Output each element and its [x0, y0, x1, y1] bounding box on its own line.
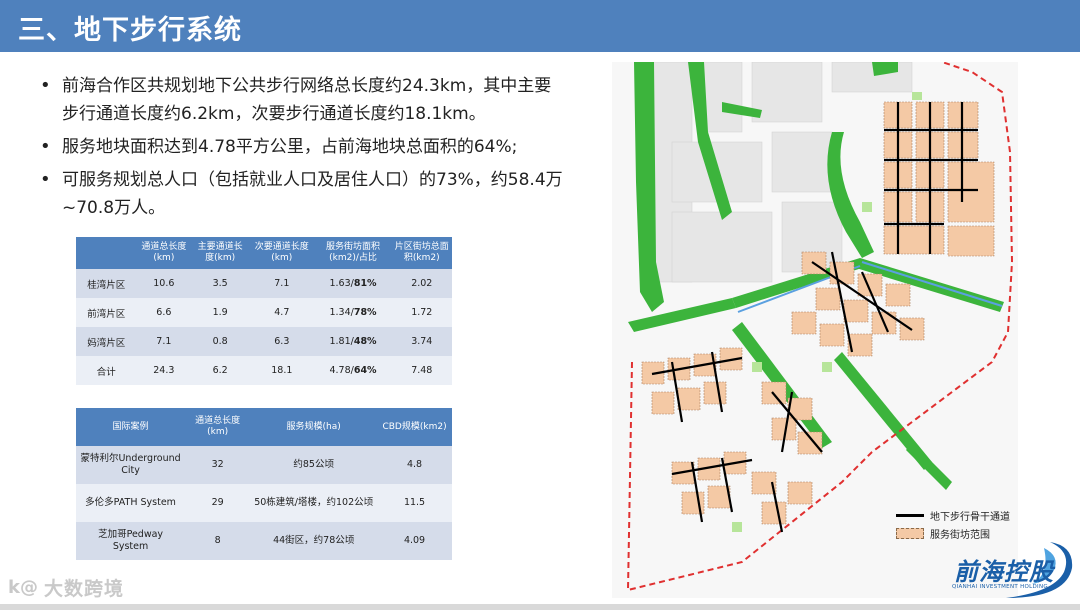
table-cell: 4.09 [377, 522, 452, 560]
page-title: 三、地下步行系统 [18, 15, 242, 46]
table-cell: 1.9 [191, 298, 250, 327]
table-cell: 妈湾片区 [76, 327, 137, 356]
table-cell: 多伦多PATH System [76, 484, 186, 522]
table-row: 前湾片区 6.6 1.9 4.7 1.34/78% 1.72 [76, 298, 452, 327]
area-value: 4.78/ [329, 365, 354, 376]
bullet-list: 前海合作区共规划地下公共步行网络总长度约24.3km，其中主要步行通道长度约6.… [38, 72, 568, 227]
table-cell: 24.3 [136, 356, 192, 385]
header-bar: 三、地下步行系统 [0, 0, 1080, 52]
table-cell: 芝加哥Pedway System [76, 522, 186, 560]
table-header: CBD规模(km2) [377, 408, 452, 446]
backbone-line-swatch [896, 513, 924, 517]
table-header: 服务规模(ha) [250, 408, 378, 446]
table-header: 通道总长度(km) [185, 408, 251, 446]
table-cell: 4.7 [249, 298, 315, 327]
table-cell: 3.5 [191, 269, 250, 298]
table-cell: 32 [185, 446, 251, 484]
table-header: 片区街坊总面积(km2) [391, 237, 452, 269]
table-cell: 8 [185, 522, 251, 560]
bullet-item: 前海合作区共规划地下公共步行网络总长度约24.3km，其中主要步行通道长度约6.… [38, 72, 568, 128]
table-cell: 约85公顷 [250, 446, 378, 484]
area-value: 1.81/ [329, 336, 354, 347]
percent-value: 48% [353, 336, 377, 347]
cases-table: 国际案例 通道总长度(km) 服务规模(ha) CBD规模(km2) 蒙特利尔U… [76, 408, 452, 560]
percent-value: 81% [353, 278, 377, 289]
watermark-icon: k@ [8, 577, 38, 598]
table-cell: 6.6 [136, 298, 192, 327]
table-header-row: 通道总长度(km) 主要通道长度(km) 次要通道长度(km) 服务街坊面积(k… [76, 237, 452, 269]
table-header: 国际案例 [76, 408, 186, 446]
logo-subtitle: QIANHAI INVESTMENT HOLDING [952, 584, 1048, 590]
area-value: 1.34/ [329, 307, 354, 318]
table-cell: 7.1 [136, 327, 192, 356]
company-logo: 前海控股 QIANHAI INVESTMENT HOLDING [946, 538, 1078, 604]
table-cell: 前湾片区 [76, 298, 137, 327]
table-cell: 3.74 [391, 327, 452, 356]
table-cell: 44街区，约78公顷 [250, 522, 378, 560]
legend-label: 地下步行骨干通道 [930, 511, 1010, 523]
percent-value: 64% [353, 365, 377, 376]
table-cell: 1.81/48% [314, 327, 392, 356]
table-cell: 蒙特利尔Underground City [76, 446, 186, 484]
table-cell: 18.1 [249, 356, 315, 385]
table-cell: 50栋建筑/塔楼，约102公顷 [250, 484, 378, 522]
table-cell: 6.2 [191, 356, 250, 385]
table-header: 通道总长度(km) [136, 237, 192, 269]
table-cell: 1.34/78% [314, 298, 392, 327]
parcel-area-swatch [896, 527, 924, 539]
bullet-item: 可服务规划总人口（包括就业人口及居住人口）的73%，约58.4万~70.8万人。 [38, 166, 568, 222]
table-row: 妈湾片区 7.1 0.8 6.3 1.81/48% 3.74 [76, 327, 452, 356]
table-cell: 7.48 [391, 356, 452, 385]
legend-item: 地下步行骨干通道 [896, 506, 1076, 524]
table-header-row: 国际案例 通道总长度(km) 服务规模(ha) CBD规模(km2) [76, 408, 452, 446]
watermark-text: 大数跨境 [43, 578, 124, 600]
table-cell: 11.5 [377, 484, 452, 522]
table-cell: 1.72 [391, 298, 452, 327]
table-row: 多伦多PATH System 29 50栋建筑/塔楼，约102公顷 11.5 [76, 484, 452, 522]
watermark: k@ 大数跨境 [8, 574, 124, 601]
table-cell: 6.3 [249, 327, 315, 356]
table-header [76, 237, 137, 269]
table-header: 次要通道长度(km) [249, 237, 315, 269]
table-cell: 桂湾片区 [76, 269, 137, 298]
table-cell: 1.63/81% [314, 269, 392, 298]
table-row: 芝加哥Pedway System 8 44街区，约78公顷 4.09 [76, 522, 452, 560]
district-table: 通道总长度(km) 主要通道长度(km) 次要通道长度(km) 服务街坊面积(k… [76, 237, 452, 385]
table-cell: 7.1 [249, 269, 315, 298]
table-header: 主要通道长度(km) [191, 237, 250, 269]
table-cell: 4.78/64% [314, 356, 392, 385]
table-cell: 29 [185, 484, 251, 522]
table-row: 蒙特利尔Underground City 32 约85公顷 4.8 [76, 446, 452, 484]
table-cell: 0.8 [191, 327, 250, 356]
table-cell: 2.02 [391, 269, 452, 298]
table-row: 合计 24.3 6.2 18.1 4.78/64% 7.48 [76, 356, 452, 385]
table-header: 服务街坊面积(km2)/占比 [314, 237, 392, 269]
logo-name: 前海控股 [954, 557, 1054, 586]
table-row: 桂湾片区 10.6 3.5 7.1 1.63/81% 2.02 [76, 269, 452, 298]
table-cell: 10.6 [136, 269, 192, 298]
map-legend: 地下步行骨干通道 服务街坊范围 [896, 506, 1076, 542]
bullet-item: 服务地块面积达到4.78平方公里，占前海地块总面积的64%; [38, 133, 568, 161]
area-value: 1.63/ [329, 278, 354, 289]
bottom-bar [0, 604, 1080, 610]
percent-value: 78% [353, 307, 377, 318]
table-cell: 合计 [76, 356, 137, 385]
table-cell: 4.8 [377, 446, 452, 484]
